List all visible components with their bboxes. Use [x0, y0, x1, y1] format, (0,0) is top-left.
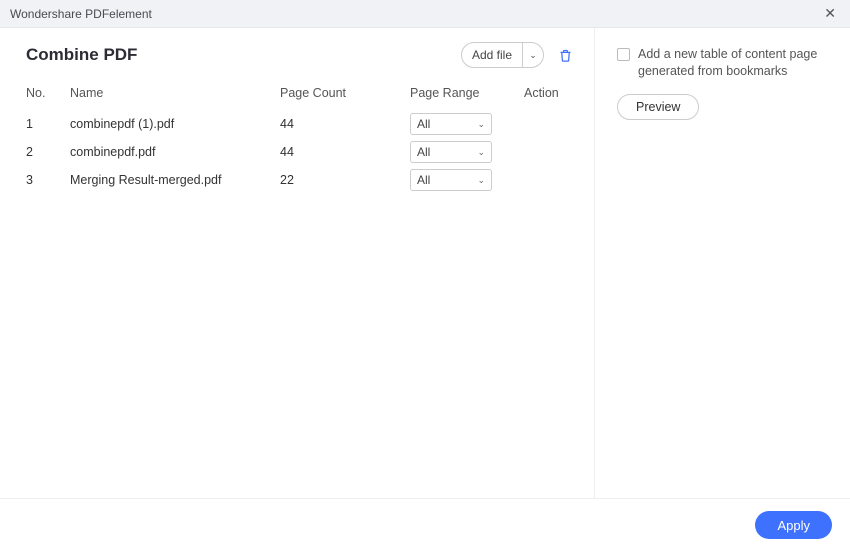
page-range-select[interactable]: All ⌄: [410, 141, 492, 163]
col-header-page-range: Page Range: [410, 86, 524, 100]
page-range-value: All: [417, 145, 430, 159]
page-range-select[interactable]: All ⌄: [410, 169, 492, 191]
table-row[interactable]: 3Merging Result-merged.pdf22 All ⌄: [26, 166, 594, 194]
table-rows: 1combinepdf (1).pdf44All⌄2combinepdf.pdf…: [26, 110, 594, 194]
chevron-down-icon: ⌄: [477, 175, 485, 186]
left-pane: Combine PDF Add file ⌄ No. Name Page Cou…: [0, 28, 595, 498]
right-pane: Add a new table of content page generate…: [595, 28, 850, 498]
dialog-title: Combine PDF: [26, 45, 137, 65]
cell-no: 2: [26, 145, 70, 159]
toc-checkbox[interactable]: [617, 48, 630, 61]
toc-checkbox-label: Add a new table of content page generate…: [638, 46, 832, 80]
col-header-action: Action: [524, 86, 594, 100]
col-header-page-count: Page Count: [280, 86, 410, 100]
add-file-button[interactable]: Add file ⌄: [461, 42, 544, 68]
table-row[interactable]: 2combinepdf.pdf44 All ⌄: [26, 138, 594, 166]
footer: Apply: [0, 498, 850, 551]
cell-page-count: 44: [280, 145, 410, 159]
trash-icon[interactable]: [556, 46, 574, 64]
add-file-label[interactable]: Add file: [462, 43, 522, 67]
cell-page-count: 22: [280, 173, 410, 187]
table-header: No. Name Page Count Page Range Action: [26, 86, 594, 100]
preview-label: Preview: [636, 100, 680, 114]
table-row[interactable]: 1combinepdf (1).pdf44 All ⌄: [26, 110, 594, 138]
col-header-name: Name: [70, 86, 280, 100]
apply-button[interactable]: Apply: [755, 511, 832, 539]
chevron-down-icon: ⌄: [477, 119, 485, 130]
cell-page-count: 44: [280, 117, 410, 131]
chevron-down-icon[interactable]: ⌄: [523, 43, 543, 67]
cell-name: combinepdf (1).pdf: [70, 117, 280, 131]
page-range-value: All: [417, 117, 430, 131]
toc-option-row: Add a new table of content page generate…: [617, 46, 832, 80]
cell-name: Merging Result-merged.pdf: [70, 173, 280, 187]
col-header-no: No.: [26, 86, 70, 100]
page-range-value: All: [417, 173, 430, 187]
page-range-select[interactable]: All ⌄: [410, 113, 492, 135]
cell-no: 1: [26, 117, 70, 131]
cell-name: combinepdf.pdf: [70, 145, 280, 159]
title-bar: Wondershare PDFelement ✕: [0, 0, 850, 28]
dialog-body: Combine PDF Add file ⌄ No. Name Page Cou…: [0, 28, 850, 498]
preview-button[interactable]: Preview: [617, 94, 699, 120]
apply-label: Apply: [777, 518, 810, 533]
chevron-down-icon: ⌄: [477, 147, 485, 158]
app-title: Wondershare PDFelement: [10, 7, 152, 21]
close-icon[interactable]: ✕: [820, 3, 840, 24]
cell-no: 3: [26, 173, 70, 187]
heading-row: Combine PDF Add file ⌄: [26, 42, 594, 68]
